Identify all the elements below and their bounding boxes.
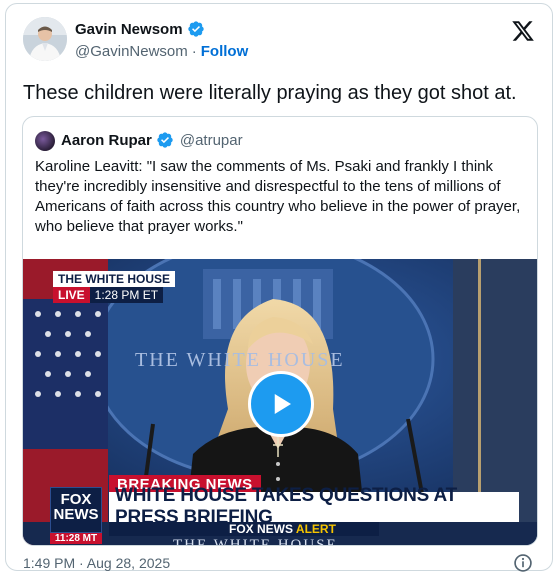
bottom-podium-text: THE WHITE HOUSE (173, 537, 338, 546)
alert-brand: FOX NEWS (229, 522, 294, 536)
live-time: 1:28 PM ET (89, 287, 164, 303)
fox-logo-time: 11:28 MT (50, 533, 102, 544)
tweet-text: These children were literally praying as… (23, 82, 517, 104)
tweet-card: Gavin Newsom @GavinNewsom · Follow These… (5, 3, 553, 573)
play-button[interactable] (248, 371, 314, 437)
info-icon[interactable] (513, 553, 533, 573)
quoted-author-avatar[interactable] (35, 131, 55, 151)
seal-text: THE WHITE HOUSE (135, 349, 345, 371)
play-icon (274, 394, 291, 414)
quoted-author-name[interactable]: Aaron Rupar (61, 132, 152, 149)
video-player[interactable]: THE WHITE HOUSE THE WHITE HOUSE LIVE 1:28… (23, 259, 537, 546)
author-handle-row: @GavinNewsom · Follow (75, 43, 248, 60)
fox-logo-line1: FOX (60, 491, 92, 508)
tweet-timestamp[interactable]: 1:49 PM · Aug 28, 2025 (23, 555, 170, 571)
live-badge: LIVE (53, 287, 90, 303)
live-caption: THE WHITE HOUSE LIVE 1:28 PM ET (53, 271, 176, 303)
author-avatar[interactable] (23, 17, 67, 61)
verified-badge-icon (156, 131, 174, 149)
quoted-author-row: Aaron Rupar @atrupar (61, 131, 243, 149)
quoted-tweet[interactable]: Aaron Rupar @atrupar Karoline Leavitt: "… (22, 116, 538, 546)
x-logo-icon[interactable] (511, 19, 535, 43)
alert-word: ALERT (295, 522, 336, 536)
follow-button[interactable]: Follow (201, 43, 249, 60)
author-handle[interactable]: @GavinNewsom (75, 43, 188, 60)
news-headline: WHITE HOUSE TAKES QUESTIONS AT PRESS BRI… (109, 485, 519, 528)
fox-news-logo: FOX NEWS (50, 487, 102, 533)
caption-white-house: THE WHITE HOUSE (53, 271, 176, 287)
author-name-row[interactable]: Gavin Newsom (75, 20, 205, 38)
verified-badge-icon (187, 20, 205, 38)
separator-dot: · (191, 43, 197, 60)
quoted-author-handle: @atrupar (179, 131, 243, 149)
author-name[interactable]: Gavin Newsom (75, 21, 183, 38)
fox-news-alert: FOX NEWS ALERT (109, 522, 379, 536)
fox-logo-line2: NEWS (53, 506, 99, 523)
quoted-tweet-text: Karoline Leavitt: "I saw the comments of… (35, 158, 521, 235)
